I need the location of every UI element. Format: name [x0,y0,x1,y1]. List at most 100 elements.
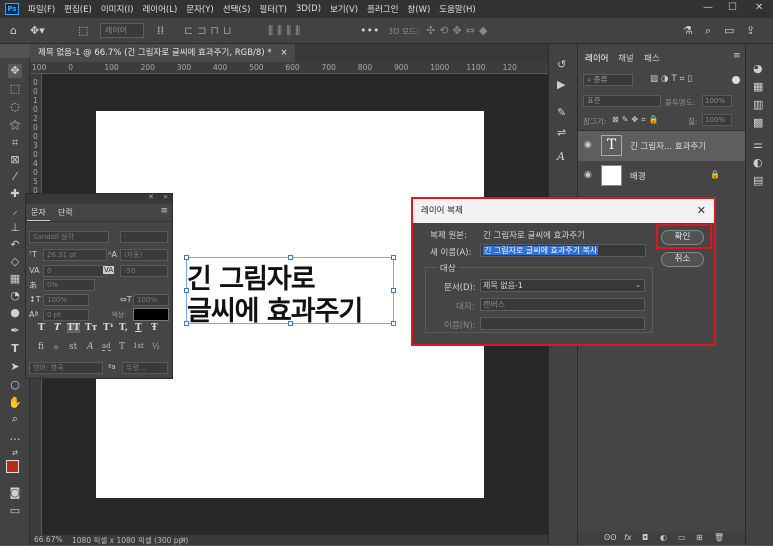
eraser-icon[interactable]: ◇ [8,255,22,269]
maximize-button[interactable]: ☐ [728,2,737,13]
titling-alternates-button[interactable]: T [119,342,125,352]
contextual-alternates-button[interactable]: ℴ [54,342,58,352]
distribute-icons[interactable]: ⫼⫼⫼⫼ [268,24,304,38]
ligatures-button[interactable]: fi [38,342,44,352]
patterns-panel-icon[interactable]: ▩ [753,116,763,129]
swap-colors-icon[interactable]: ⇄ [8,446,22,460]
text-color-swatch[interactable] [133,308,169,321]
visibility-eye-icon[interactable]: ◉ [584,140,592,150]
transform-handle[interactable] [184,321,189,326]
discover-icon[interactable]: ⚗ [683,24,693,37]
menu-type[interactable]: 문자(Y) [186,3,213,15]
menu-plugins[interactable]: 플러그인 [367,3,398,15]
3d-mode-icons[interactable]: ✣⟲✥⇔◆ [426,24,491,37]
layer-row[interactable]: ◉ T 긴 그림자... 효과주기 [578,131,745,161]
document-tab[interactable]: 제목 없음-1 @ 66.7% (긴 그림자로 글씨에 효과주기, RGB/8)… [30,44,296,62]
gradient-tool-icon[interactable]: ▦ [8,272,22,286]
gradients-panel-icon[interactable]: ▥ [753,98,763,111]
stylistic-alternates-button[interactable]: ad [102,342,111,351]
strikethrough-button[interactable]: Ŧ [151,323,158,333]
more-options-icon[interactable]: ••• [360,24,379,37]
new-group-icon[interactable]: ▭ [678,533,686,542]
layer-name[interactable]: 긴 그림자... 효과주기 [630,140,706,152]
workspace-icon[interactable]: ▭ [724,24,734,37]
dodge-tool-icon[interactable]: ● [8,306,22,320]
transform-handle[interactable] [288,255,293,260]
menu-view[interactable]: 보기(V) [330,3,358,15]
transform-handle[interactable] [288,321,293,326]
fractions-button[interactable]: ½ [152,342,160,351]
menu-filter[interactable]: 필터(T) [259,3,286,15]
artboard-select[interactable]: 캔버스 [480,298,645,311]
vertical-scale-field[interactable]: 100% [43,294,89,306]
more-tools-icon[interactable]: … [8,430,22,444]
tab-character[interactable]: 문자 [27,204,50,221]
shape-tool-icon[interactable]: ○ [8,378,22,392]
subscript-button[interactable]: T, [119,323,128,333]
status-arrow-icon[interactable]: > [180,535,186,544]
delete-layer-icon[interactable]: 🗑 [714,533,724,542]
document-select[interactable]: 제목 없음-1 ⌄ [480,279,645,292]
type-tool-icon[interactable]: T [8,342,22,356]
home-icon[interactable]: ⌂ [10,24,17,37]
menu-edit[interactable]: 편집(E) [64,3,92,15]
tab-paths[interactable]: 패스 [644,52,660,64]
tab-paragraph[interactable]: 단락 [54,204,77,221]
text-layer-bounding-box[interactable]: 긴 그림자로 글씨에 효과주기 [184,255,396,327]
transform-handle[interactable] [391,288,396,293]
adjustment-layer-icon[interactable]: ◐ [660,533,667,542]
layer-filter-icons[interactable]: ▨◑T⌗▯ [650,74,695,84]
search-icon[interactable]: ⌕ [705,24,711,38]
tracking-field[interactable]: -50 [120,265,168,277]
actions-panel-icon[interactable]: ▶ [557,78,565,91]
target-name-input[interactable] [480,317,645,330]
auto-select-icon[interactable]: ⬚ [78,24,88,37]
dialog-close-icon[interactable]: ✕ [697,199,706,223]
opacity-field[interactable]: 100% [702,95,732,107]
zoom-tool-icon[interactable]: ⌕ [8,412,22,426]
font-size-field[interactable]: 26.31 pt [43,249,107,261]
tab-channels[interactable]: 채널 [618,52,634,64]
magic-wand-icon[interactable]: ⚝ [8,118,22,132]
fx-icon[interactable]: fx [624,533,632,542]
healing-brush-icon[interactable]: ✚ [8,187,22,201]
align-icons[interactable]: ⊏⊐⊓⊔ [184,24,236,37]
menu-select[interactable]: 선택(S) [223,3,251,15]
faux-italic-button[interactable]: T [54,323,61,333]
leading-field[interactable]: (자동) [120,249,168,261]
discretionary-ligatures-button[interactable]: st [69,342,77,352]
fill-field[interactable]: 100% [702,114,732,126]
lock-icons[interactable]: ⊠✎✥⌗🔒 [612,115,662,125]
cancel-button[interactable]: 취소 [661,252,704,267]
swatches-panel-icon[interactable]: ▦ [753,80,763,93]
superscript-button[interactable]: T¹ [103,323,114,333]
menu-help[interactable]: 도움말(H) [439,3,475,15]
tsume-field[interactable]: 0% [43,279,95,291]
layer-name[interactable]: 배경 [630,170,646,182]
link-layers-icon[interactable]: ʘʘ [604,533,617,542]
lasso-tool-icon[interactable]: ◌ [8,100,22,114]
horizontal-scale-field[interactable]: 100% [133,294,169,306]
menu-layer[interactable]: 레이어(L) [142,3,177,15]
menu-image[interactable]: 이미지(I) [101,3,134,15]
adjust-panel-icon[interactable]: ⇌ [557,126,566,139]
small-caps-button[interactable]: Tт [85,323,97,333]
quick-mask-icon[interactable]: ◙ [8,486,22,500]
pen-tool-icon[interactable]: ✒ [8,324,22,338]
dialog-titlebar[interactable]: 레이어 복제 ✕ [413,199,714,223]
filter-toggle[interactable] [732,76,740,84]
transform-handle[interactable] [391,255,396,260]
underline-button[interactable]: T [135,323,142,333]
share-icon[interactable]: ⇪ [746,24,755,37]
baseline-field[interactable]: 0 pt [43,309,89,321]
marquee-tool-icon[interactable]: ⬚ [8,82,22,96]
libraries-panel-icon[interactable]: ▤ [753,174,763,187]
move-tool-icon[interactable]: ✥ [8,64,22,78]
faux-bold-button[interactable]: T [38,323,45,333]
eyedropper-icon[interactable]: ⁄ [8,170,22,184]
brush-tool-icon[interactable]: ⸝ [8,204,22,218]
transform-controls-icon[interactable]: ⁞⁞ [157,24,164,37]
hand-tool-icon[interactable]: ✋ [8,396,22,410]
add-mask-icon[interactable]: ◘ [642,533,648,542]
kerning-field[interactable]: 0 [43,265,107,277]
